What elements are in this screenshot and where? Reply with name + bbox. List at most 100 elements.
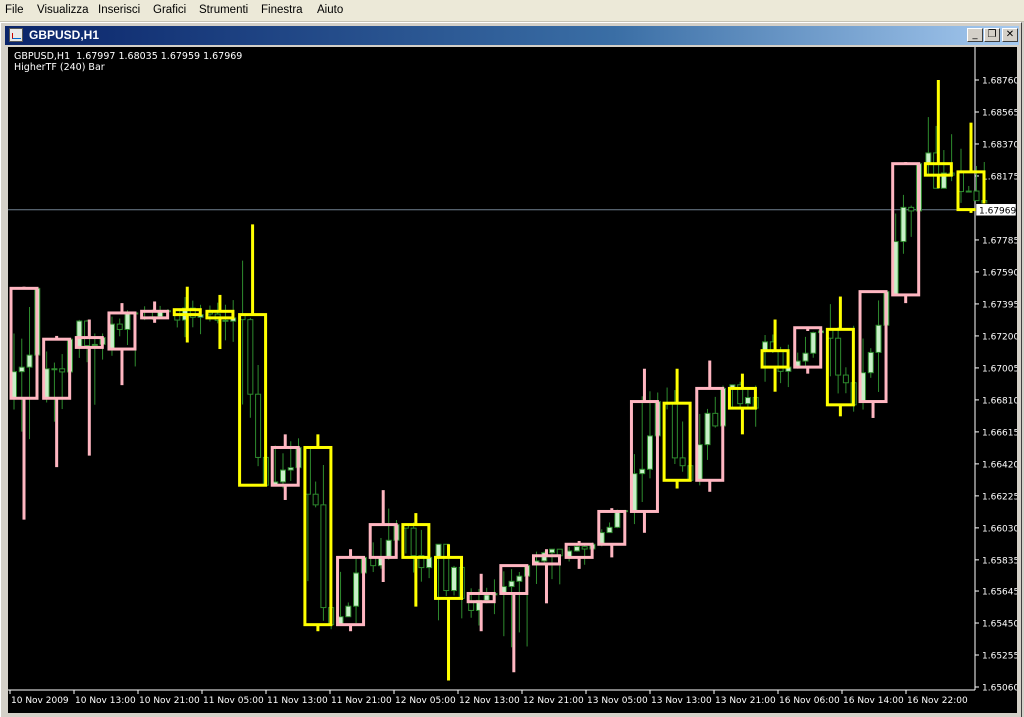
price-tick-label: 1.67785 [982, 236, 1017, 246]
menu-item-aiuto[interactable]: Aiuto [317, 4, 343, 16]
menu-item-inserisci[interactable]: Inserisci [98, 4, 140, 16]
chart-canvas[interactable]: 1.68760 1.68565 1.68370 1.68175 1.67785 1.675… [8, 47, 1017, 713]
menu-item-file[interactable]: File [5, 4, 24, 16]
hourly-candle-body [802, 352, 809, 362]
menu-bar: File Visualizza Inserisci Grafici Strumenti F… [0, 0, 1024, 22]
hourly-candle-body [222, 319, 229, 322]
hourly-candle-body [867, 351, 874, 374]
menu-item-grafici[interactable]: Grafici [153, 4, 186, 16]
close-button[interactable]: ✕ [1002, 28, 1018, 42]
window-title: GBPUSD,H1 [29, 28, 100, 42]
time-tick-label: 16 Nov 14:00 [843, 696, 904, 706]
hourly-candle-body [59, 368, 66, 373]
hourly-candle-body [973, 190, 980, 202]
higher-tf-bar [760, 349, 790, 369]
hourly-candle-body [900, 206, 907, 243]
hourly-candle-body [646, 435, 653, 470]
time-tick-label: 13 Nov 21:00 [715, 696, 776, 706]
current-price-label: 1.67969 [979, 206, 1016, 216]
hourly-candle-body [287, 467, 294, 471]
hourly-candle-body [606, 526, 613, 534]
hourly-candle-body [279, 469, 286, 483]
hourly-candle-body [508, 580, 515, 588]
hourly-candle-body [712, 412, 719, 427]
hourly-candle-body [385, 539, 392, 558]
hourly-candle-body [345, 605, 352, 618]
hourly-candle-body [483, 594, 490, 601]
window-title-bar[interactable]: GBPUSD,H1 _ ❐ ✕ [5, 26, 1019, 45]
hourly-candle-body [573, 546, 580, 552]
hourly-candle-body [255, 393, 262, 458]
price-tick-label: 1.68565 [982, 108, 1017, 118]
hourly-candle-body [614, 510, 621, 528]
time-tick-label: 11 Nov 13:00 [267, 696, 328, 706]
hourly-candle-body [451, 566, 458, 592]
price-tick-label: 1.68175 [982, 172, 1017, 182]
hourly-candle-body [116, 323, 123, 330]
price-chart[interactable]: 1.68760 1.68565 1.68370 1.68175 1.67785 1.675… [8, 47, 1017, 713]
price-tick-label: 1.65645 [982, 588, 1017, 598]
time-tick-label: 10 Nov 13:00 [75, 696, 136, 706]
time-tick-label: 11 Nov 21:00 [331, 696, 392, 706]
hourly-candle-body [312, 493, 319, 506]
price-tick-label: 1.67005 [982, 364, 1017, 374]
hourly-candle-body [679, 457, 686, 467]
time-tick-label: 12 Nov 21:00 [523, 696, 584, 706]
hourly-candle-body [18, 366, 25, 373]
price-tick-label: 1.66420 [982, 460, 1017, 470]
hourly-candle-body [639, 468, 646, 475]
restore-button[interactable]: ❐ [984, 28, 1000, 42]
price-tick-label: 1.66225 [982, 492, 1017, 502]
chart-symbol-header: GBPUSD,H1 1.67997 1.68035 1.67959 1.6796… [14, 51, 243, 62]
higher-tf-bar [140, 309, 170, 320]
time-tick-label: 12 Nov 05:00 [395, 696, 456, 706]
hourly-candle-body [426, 556, 433, 569]
menu-item-strumenti[interactable]: Strumenti [199, 4, 248, 16]
time-tick-label: 10 Nov 2009 [11, 696, 69, 706]
time-tick-label: 16 Nov 22:00 [907, 696, 968, 706]
price-tick-label: 1.68370 [982, 140, 1017, 150]
hourly-candle-body [875, 324, 882, 353]
hourly-candle-body [91, 343, 98, 347]
time-tick-label: 12 Nov 13:00 [459, 696, 520, 706]
hourly-candle-body [51, 368, 58, 371]
hourly-candle-body [353, 572, 360, 607]
higher-tf-bar [466, 591, 496, 604]
price-tick-label: 1.68760 [982, 77, 1017, 87]
hourly-candle-body [435, 543, 442, 558]
hourly-candle-body [548, 548, 555, 554]
indicator-label: HigherTF (240) Bar [14, 62, 105, 73]
price-tick-label: 1.65835 [982, 556, 1017, 566]
hourly-candle-body [704, 412, 711, 446]
higher-tf-bar [368, 523, 398, 559]
minimize-button[interactable]: _ [967, 28, 983, 42]
menu-item-visualizza[interactable]: Visualizza [37, 4, 89, 16]
hourly-candle-body [516, 575, 523, 582]
price-tick-label: 1.67200 [982, 332, 1017, 342]
time-tick-label: 13 Nov 05:00 [587, 696, 648, 706]
hourly-candle-body [26, 354, 33, 368]
price-tick-label: 1.65450 [982, 620, 1017, 630]
price-tick-label: 1.66615 [982, 428, 1017, 438]
hourly-candle-body [247, 319, 254, 395]
price-tick-label: 1.66810 [982, 396, 1017, 406]
chart-window-icon [9, 28, 23, 42]
time-tick-label: 11 Nov 05:00 [203, 696, 264, 706]
price-tick-label: 1.67590 [982, 268, 1017, 278]
hourly-candle-body [320, 504, 327, 609]
hourly-candle-body [744, 397, 751, 405]
hourly-candle-body [671, 403, 678, 459]
hourly-candle-body [925, 152, 932, 165]
time-tick-label: 13 Nov 13:00 [651, 696, 712, 706]
hourly-candle-body [124, 312, 131, 330]
hourly-candle-body [965, 190, 972, 193]
menu-item-finestra[interactable]: Finestra [261, 4, 303, 16]
price-tick-label: 1.65060 [982, 684, 1017, 694]
time-tick-label: 16 Nov 06:00 [779, 696, 840, 706]
price-tick-label: 1.67395 [982, 300, 1017, 310]
hourly-candle-body [581, 546, 588, 550]
price-tick-label: 1.65255 [982, 652, 1017, 662]
hourly-candle-body [835, 337, 842, 376]
hourly-candle-body [842, 374, 849, 384]
hourly-candle-body [410, 527, 417, 557]
